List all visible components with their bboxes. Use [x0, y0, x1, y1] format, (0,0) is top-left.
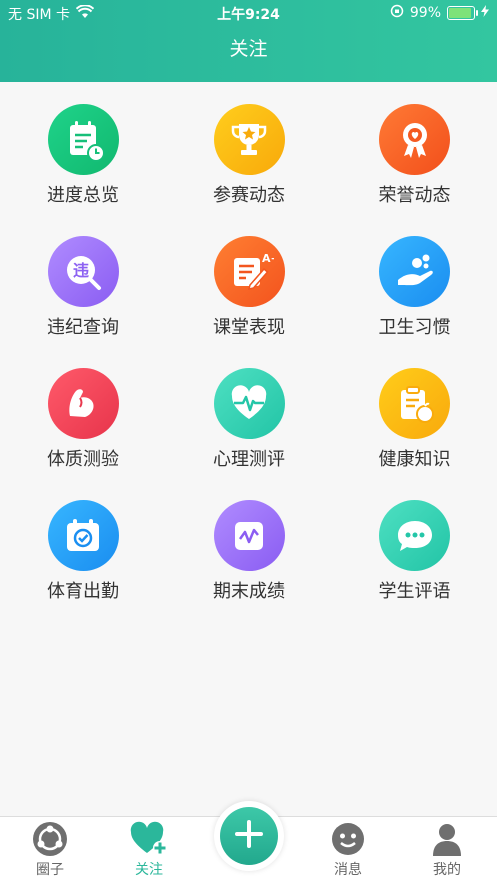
- battery-percent: 99%: [409, 5, 441, 21]
- tab-circle[interactable]: 圈子: [0, 817, 100, 884]
- tab-mine[interactable]: 我的: [397, 817, 497, 884]
- heart-plus-icon: [129, 821, 169, 857]
- grid-item[interactable]: 体育出勤: [0, 500, 166, 632]
- grid-item-label: 违纪查询: [47, 317, 119, 338]
- grid-item[interactable]: 学生评语: [332, 500, 497, 632]
- feature-grid: 进度总览 参赛动态 荣誉动态违违纪查询 A+ 课堂表现 卫生习惯体质测验 心理测评 健康知识体…: [0, 104, 497, 632]
- tab-follow-label: 关注: [135, 862, 163, 878]
- chart-line-icon: [213, 500, 285, 571]
- header-bar: 无 SIM 卡 上午9:24 99% 关注: [0, 0, 497, 82]
- chat-bubble-icon: [379, 500, 450, 571]
- calendar-check-icon: [47, 500, 119, 571]
- violation-search-icon: 违: [47, 236, 119, 307]
- svg-text:A+: A+: [262, 252, 274, 265]
- tab-follow[interactable]: 关注: [99, 817, 199, 884]
- grid-item-label: 参赛动态: [213, 185, 285, 206]
- graded-paper-icon: A+: [213, 236, 285, 307]
- tab-mine-label: 我的: [433, 862, 461, 878]
- grid-item-label: 体质测验: [47, 449, 119, 470]
- plus-icon: [234, 819, 264, 853]
- svg-text:违: 违: [73, 261, 89, 280]
- user-profile-icon: [429, 821, 465, 857]
- grid-item[interactable]: 健康知识: [332, 368, 497, 500]
- grid-item[interactable]: 期末成绩: [166, 500, 332, 632]
- page-title: 关注: [229, 38, 268, 60]
- grid-item[interactable]: 进度总览: [0, 104, 166, 236]
- grid-item[interactable]: 荣誉动态: [332, 104, 497, 236]
- grid-item[interactable]: 心理测评: [166, 368, 332, 500]
- add-button[interactable]: [220, 807, 278, 865]
- add-button-wrap: [214, 801, 284, 871]
- grid-item-label: 体育出勤: [47, 581, 119, 602]
- muscle-arm-icon: [47, 368, 119, 439]
- grid-item-label: 心理测评: [213, 449, 285, 470]
- grid-item[interactable]: 违违纪查询: [0, 236, 166, 368]
- grid-item[interactable]: 卫生习惯: [332, 236, 497, 368]
- grid-item-label: 进度总览: [47, 185, 119, 206]
- tab-messages-label: 消息: [334, 862, 362, 878]
- grid-item-label: 学生评语: [378, 581, 451, 602]
- main-content: 进度总览 参赛动态 荣誉动态违违纪查询 A+ 课堂表现 卫生习惯体质测验 心理测评 健康知识体…: [0, 92, 497, 816]
- progress-calendar-icon: [47, 104, 119, 175]
- grid-item-label: 健康知识: [378, 449, 451, 470]
- smiley-message-icon: [330, 821, 366, 857]
- trophy-icon: [213, 104, 285, 175]
- grid-item-label: 荣誉动态: [378, 185, 451, 206]
- tab-circle-label: 圈子: [36, 862, 64, 878]
- hand-bubbles-icon: [379, 236, 450, 307]
- heartbeat-icon: [213, 368, 285, 439]
- grid-item-label: 课堂表现: [213, 317, 285, 338]
- grid-item-label: 卫生习惯: [378, 317, 451, 338]
- grid-item-label: 期末成绩: [213, 581, 285, 602]
- award-ribbon-icon: [379, 104, 450, 175]
- circle-group-icon: [32, 821, 68, 857]
- grid-item[interactable]: 体质测验: [0, 368, 166, 500]
- orientation-lock-icon: [390, 4, 404, 22]
- clipboard-apple-icon: [379, 368, 450, 439]
- tab-messages[interactable]: 消息: [298, 817, 398, 884]
- status-bar: 无 SIM 卡 上午9:24 99%: [0, 0, 497, 26]
- battery-icon: [447, 6, 478, 20]
- charging-icon: [481, 5, 489, 21]
- grid-item[interactable]: 参赛动态: [166, 104, 332, 236]
- grid-item[interactable]: A+ 课堂表现: [166, 236, 332, 368]
